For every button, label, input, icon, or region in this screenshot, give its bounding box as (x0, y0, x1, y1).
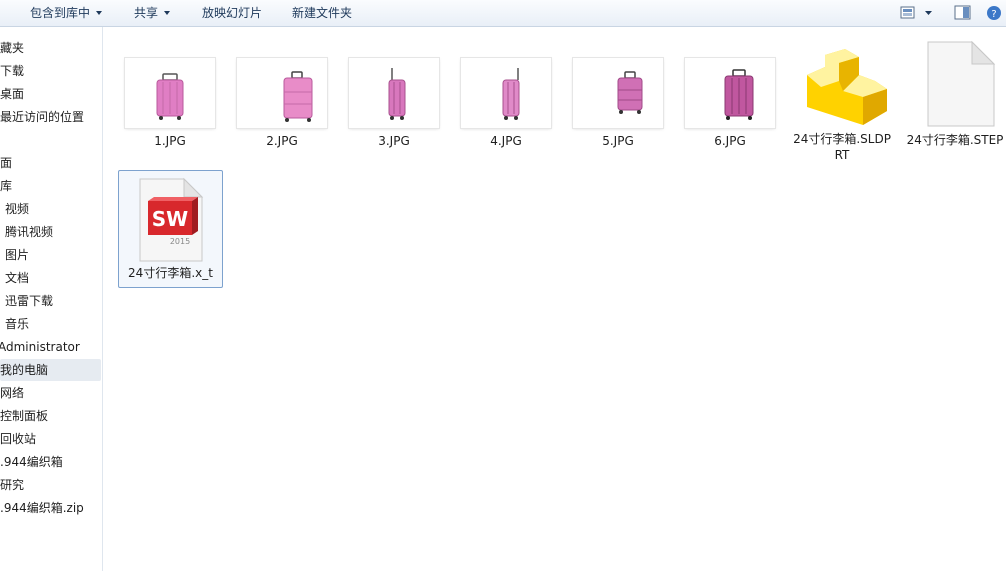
new-folder-button[interactable]: 新建文件夹 (292, 4, 352, 22)
help-icon: ? (987, 6, 1001, 20)
file-list: 1.JPG 2.JPG 3.JPG 4.JPG 5.JPG 6.JPG 24寸行… (103, 27, 1006, 571)
luggage-image (156, 73, 184, 120)
nav-item-label: 迅雷下载 (5, 294, 54, 308)
nav-item-label: 腾讯视频 (5, 225, 54, 239)
sldprt-icon (797, 45, 887, 128)
include-in-library-label: 包含到库中 (30, 6, 91, 20)
nav-item-folder-944[interactable]: .944编织箱 (0, 451, 101, 473)
nav-item-research[interactable]: 研究 (0, 474, 101, 496)
nav-item-libraries[interactable]: 库 (0, 175, 101, 197)
nav-item-label: 控制面板 (0, 409, 49, 423)
nav-item-label: 图片 (5, 248, 30, 262)
svg-text:2015: 2015 (169, 237, 189, 246)
image-thumbnail (461, 58, 551, 128)
file-item[interactable]: 24寸行李箱.SLDPRT (790, 45, 894, 163)
file-name: 2.JPG (266, 134, 298, 148)
file-name: 24寸行李箱.SLDPRT (793, 132, 891, 162)
file-name: 4.JPG (490, 134, 522, 148)
file-item[interactable]: 6.JPG (678, 58, 782, 149)
file-name: 24寸行李箱.x_t (128, 266, 213, 280)
file-name: 1.JPG (154, 134, 186, 148)
nav-item-label: 文档 (5, 271, 30, 285)
nav-item-label: 库 (0, 179, 13, 193)
nav-item-network[interactable]: 网络 (0, 382, 101, 404)
nav-item-music[interactable]: 音乐 (5, 313, 102, 335)
nav-item-label: Administrator (0, 340, 80, 354)
nav-item-downloads[interactable]: 下载 (0, 60, 101, 82)
nav-item-tencent-video[interactable]: 腾讯视频 (5, 221, 102, 243)
nav-item-label: 音乐 (5, 317, 30, 331)
nav-item-label: 最近访问的位置 (0, 110, 85, 124)
nav-item-control-panel[interactable]: 控制面板 (0, 405, 101, 427)
slideshow-label: 放映幻灯片 (202, 6, 263, 20)
yellow-block-icon (807, 49, 887, 125)
nav-item-documents[interactable]: 文档 (5, 267, 102, 289)
image-thumbnail (237, 58, 327, 128)
nav-item-label: 面 (0, 156, 13, 170)
nav-item-pictures[interactable]: 图片 (5, 244, 102, 266)
image-thumbnail (685, 58, 775, 128)
nav-item-thunder-downloads[interactable]: 迅雷下载 (5, 290, 102, 312)
file-name: 24寸行李箱.STEP (906, 133, 1004, 147)
solidworks-file-icon: SW 2015 (136, 177, 206, 263)
include-in-library-button[interactable]: 包含到库中 (30, 4, 103, 22)
nav-item-label: 桌面 (0, 87, 25, 101)
nav-item-zip-944[interactable]: .944编织箱.zip (0, 497, 101, 519)
svg-text:SW: SW (151, 207, 187, 231)
file-item[interactable]: SW 2015 24寸行李箱.x_t (118, 170, 223, 288)
nav-item-label: 网络 (0, 386, 25, 400)
luggage-image (283, 71, 313, 122)
file-item[interactable]: 3.JPG (342, 58, 446, 149)
file-name: 5.JPG (602, 134, 634, 148)
share-button[interactable]: 共享 (134, 4, 171, 22)
nav-item-my-computer[interactable]: 我的电脑 (0, 359, 101, 381)
share-label: 共享 (134, 6, 159, 20)
nav-item-label: 回收站 (0, 432, 37, 446)
file-item[interactable]: 2.JPG (230, 58, 334, 149)
luggage-image (502, 68, 520, 120)
nav-item-desktop-root[interactable]: 面 (0, 152, 101, 174)
nav-item-label: 研究 (0, 478, 25, 492)
nav-item-videos[interactable]: 视频 (5, 198, 102, 220)
help-button[interactable]: ? (986, 5, 1004, 24)
slideshow-button[interactable]: 放映幻灯片 (202, 4, 262, 22)
image-thumbnail (125, 58, 215, 128)
nav-item-label: 我的电脑 (0, 363, 49, 377)
blank-document-icon (927, 40, 996, 127)
chevron-down-icon (96, 10, 103, 15)
view-options-button[interactable] (900, 5, 940, 24)
file-item[interactable]: 4.JPG (454, 58, 558, 149)
file-name: 3.JPG (378, 134, 410, 148)
file-item[interactable]: 5.JPG (566, 58, 670, 149)
nav-item-recycle-bin[interactable]: 回收站 (0, 428, 101, 450)
preview-pane-button[interactable] (954, 5, 972, 24)
new-folder-label: 新建文件夹 (292, 6, 353, 20)
generic-file-icon (910, 40, 1000, 128)
chevron-down-icon (164, 10, 171, 15)
nav-item-desktop[interactable]: 桌面 (0, 83, 101, 105)
nav-item-label: 藏夹 (0, 41, 25, 55)
nav-item-recent-places[interactable]: 最近访问的位置 (0, 106, 101, 128)
nav-item-label: .944编织箱 (0, 455, 63, 469)
nav-item-administrator[interactable]: Administrator (0, 336, 99, 358)
preview-pane-icon (954, 5, 971, 20)
file-item[interactable]: 24寸行李箱.STEP (902, 40, 1006, 148)
nav-item-favorites[interactable]: 藏夹 (0, 37, 101, 59)
nav-item-label: 下载 (0, 64, 25, 78)
nav-item-label: 视频 (5, 202, 30, 216)
luggage-image (388, 68, 406, 120)
image-thumbnail (349, 58, 439, 128)
navigation-pane: 藏夹 下载 桌面 最近访问的位置 面 库 视频 腾讯视频 图片 文档 迅雷下载 … (0, 27, 103, 571)
view-options-icon (900, 6, 932, 19)
solidworks-icon: SW 2015 (139, 177, 203, 262)
nav-item-label: .944编织箱.zip (0, 501, 84, 515)
file-name: 6.JPG (714, 134, 746, 148)
luggage-image (617, 71, 643, 114)
image-thumbnail (573, 58, 663, 128)
luggage-image (724, 69, 754, 120)
file-item[interactable]: 1.JPG (118, 58, 222, 149)
command-bar: 包含到库中 共享 放映幻灯片 新建文件夹 ? (0, 0, 1006, 27)
svg-text:?: ? (991, 9, 996, 20)
